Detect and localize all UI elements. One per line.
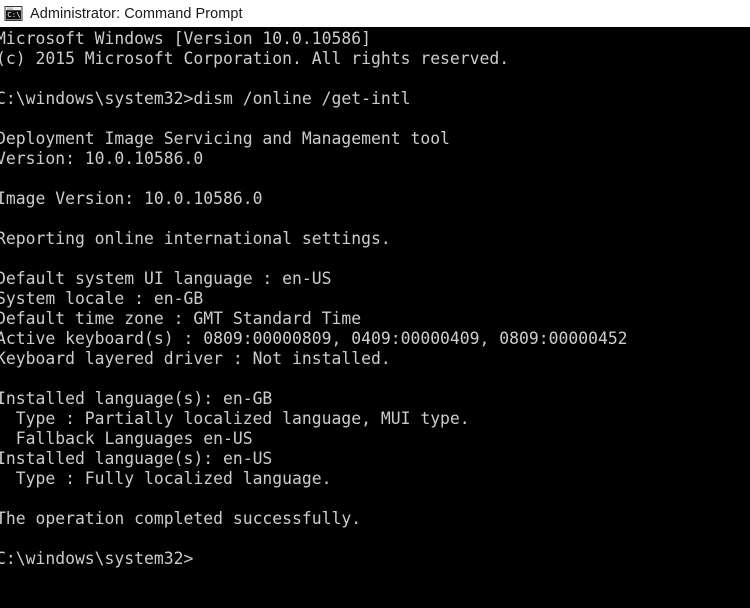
console-line: Deployment Image Servicing and Managemen… — [0, 129, 450, 148]
window-title: Administrator: Command Prompt — [30, 5, 243, 22]
console-line: Installed language(s): en-US — [0, 449, 273, 468]
console-line: Keyboard layered driver : Not installed. — [0, 349, 391, 368]
console-line: The operation completed successfully. — [0, 509, 362, 528]
svg-text:C:\: C:\ — [7, 10, 20, 19]
console-line: Default system UI language : en-US — [0, 269, 332, 288]
console-line: Fallback Languages en-US — [0, 429, 253, 448]
console-line: Installed language(s): en-GB — [0, 389, 273, 408]
console-line: Active keyboard(s) : 0809:00000809, 0409… — [0, 329, 628, 348]
command-prompt-icon: C:\ — [4, 6, 23, 21]
console-line: C:\windows\system32>dism /online /get-in… — [0, 89, 411, 108]
command-prompt-window: C:\ Administrator: Command Prompt Micros… — [0, 0, 750, 608]
title-bar[interactable]: C:\ Administrator: Command Prompt — [0, 0, 750, 27]
console-line: Default time zone : GMT Standard Time — [0, 309, 362, 328]
console-line: C:\windows\system32> — [0, 549, 194, 568]
console-line: (c) 2015 Microsoft Corporation. All righ… — [0, 49, 510, 68]
console-line: Type : Fully localized language. — [0, 469, 332, 488]
console-line: Reporting online international settings. — [0, 229, 391, 248]
console-line: Version: 10.0.10586.0 — [0, 149, 204, 168]
console-line: Type : Partially localized language, MUI… — [0, 409, 470, 428]
console-line: Image Version: 10.0.10586.0 — [0, 189, 263, 208]
console-output-area[interactable]: Microsoft Windows [Version 10.0.10586] (c… — [0, 27, 750, 608]
console-text: Microsoft Windows [Version 10.0.10586] (c… — [0, 29, 628, 569]
console-line: System locale : en-GB — [0, 289, 204, 308]
console-line: Microsoft Windows [Version 10.0.10586] — [0, 29, 371, 48]
